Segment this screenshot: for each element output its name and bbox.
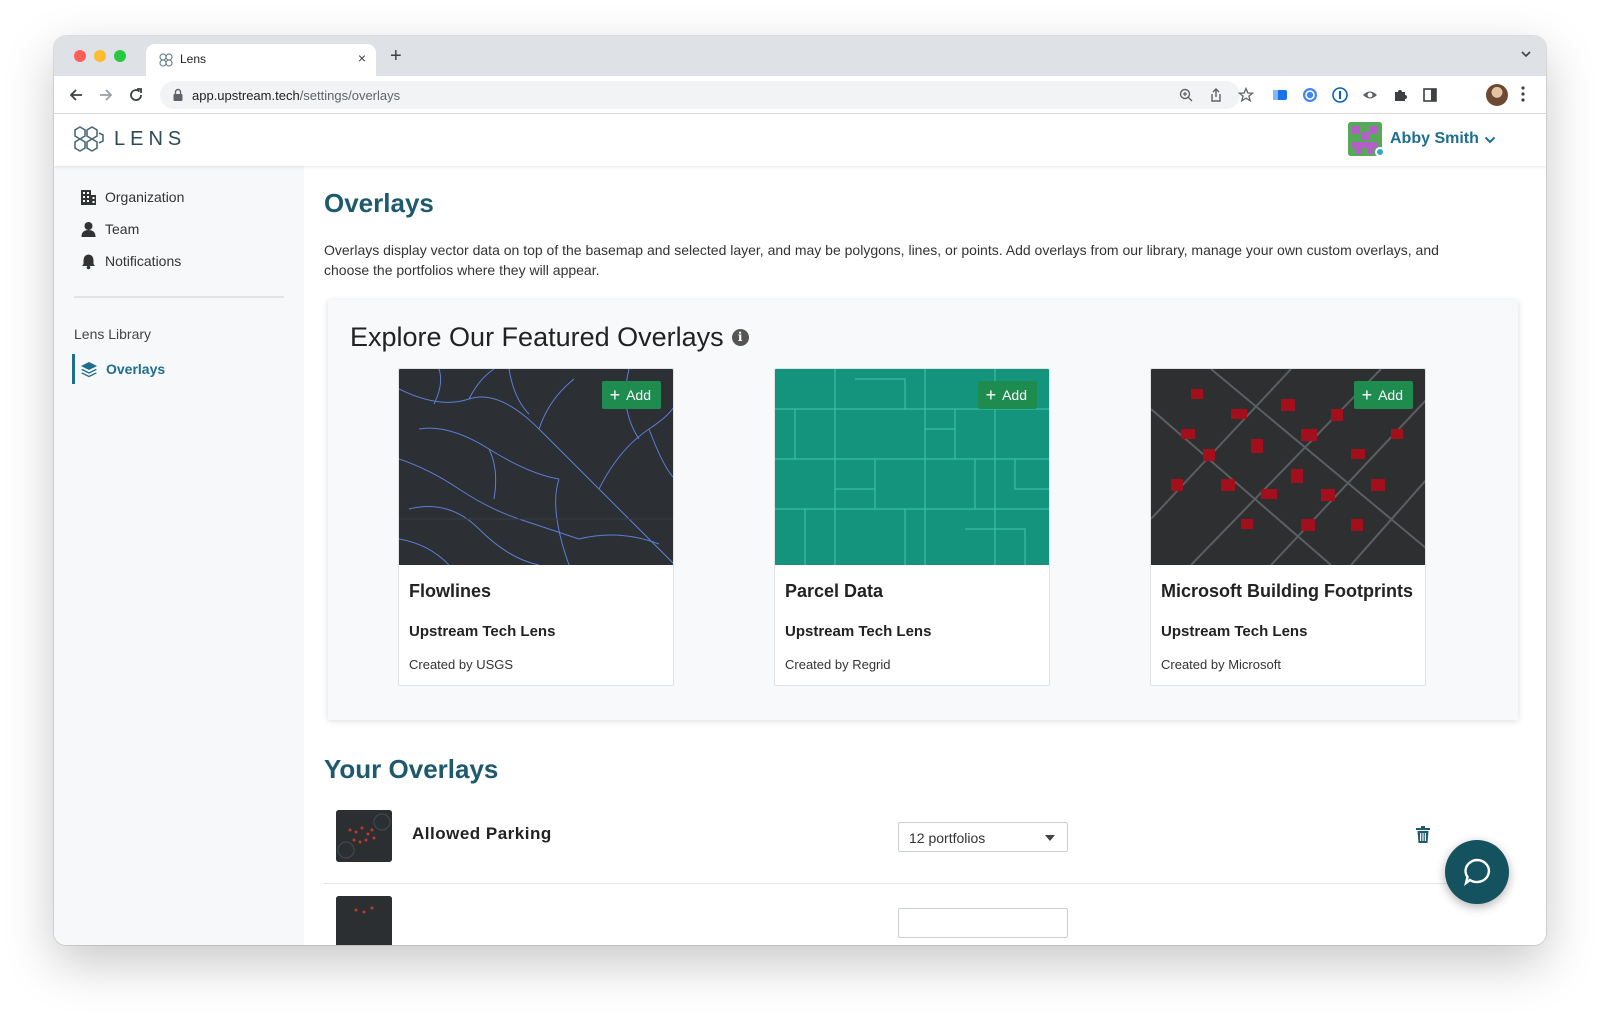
info-icon[interactable]: i — [731, 329, 749, 346]
bell-icon — [82, 254, 95, 269]
sidebar-item-organization[interactable]: Organization — [80, 186, 184, 208]
card-title: Parcel Data — [785, 581, 884, 601]
featured-heading: Explore Our Featured Overlays i — [350, 322, 749, 353]
back-arrow-icon[interactable] — [66, 85, 86, 105]
new-tab-button[interactable]: + — [390, 44, 402, 68]
card-org: Upstream Tech Lens — [1161, 623, 1308, 640]
sidebar-item-label: Notifications — [105, 253, 182, 269]
sidebar-section-label: Lens Library — [74, 326, 152, 342]
overlay-thumbnail-image — [336, 896, 392, 945]
building-icon — [81, 189, 96, 205]
page-description: Overlays display vector data on top of t… — [324, 242, 1439, 278]
bookmark-star-icon[interactable] — [1238, 87, 1254, 103]
settings-sidebar: Organization Team Notifications Lens Lib… — [54, 166, 304, 945]
url-host: app.upstream.tech — [192, 88, 300, 103]
portfolios-select-value: 12 portfolios — [909, 830, 986, 846]
extension-blue-icon[interactable] — [1272, 87, 1288, 103]
forward-arrow-icon[interactable] — [96, 85, 116, 105]
online-status-dot — [1375, 147, 1385, 157]
overlay-card-flowlines[interactable]: + Add Flowlines Upstream Tech Lens Create… — [398, 368, 674, 686]
lens-favicon-icon — [159, 53, 173, 67]
chat-bubble-icon — [1464, 858, 1491, 886]
sidebar-divider — [74, 296, 284, 298]
card-org: Upstream Tech Lens — [409, 623, 556, 640]
card-creator: Created by Microsoft — [1161, 657, 1281, 672]
active-indicator — [72, 354, 75, 384]
plus-icon: + — [1361, 385, 1373, 405]
tab-search-chevron-icon[interactable] — [1520, 48, 1532, 60]
app-header: LENS Abby Smith — [54, 114, 1546, 166]
add-button[interactable]: + Add — [977, 381, 1037, 409]
featured-overlays-panel: Explore Our Featured Overlays i + Add Fl… — [328, 300, 1518, 720]
add-label: Add — [1002, 387, 1027, 403]
tab-title: Lens — [180, 52, 207, 66]
trash-icon[interactable] — [1416, 826, 1430, 843]
maximize-window-button[interactable] — [114, 50, 126, 62]
minimize-window-button[interactable] — [94, 50, 106, 62]
add-button[interactable]: + Add — [1353, 381, 1413, 409]
user-name[interactable]: Abby Smith — [1390, 130, 1479, 148]
browser-tab[interactable]: Lens × — [146, 44, 376, 76]
browser-window: Lens × + app.upstream.tech/settings/over… — [54, 36, 1546, 945]
share-icon[interactable] — [1208, 87, 1224, 103]
sidebar-item-label: Team — [105, 221, 140, 237]
sidebar-item-notifications[interactable]: Notifications — [80, 250, 181, 272]
featured-title: Explore Our Featured Overlays — [350, 322, 724, 352]
overlay-row — [324, 884, 1504, 945]
main-content: Overlays Overlays display vector data on… — [304, 166, 1546, 945]
tab-close-icon[interactable]: × — [358, 50, 366, 66]
reload-icon[interactable] — [126, 85, 146, 105]
browser-menu-icon[interactable] — [1520, 85, 1526, 103]
sidebar-item-label: Overlays — [106, 361, 166, 377]
url-text: app.upstream.tech/settings/overlays — [192, 88, 400, 103]
plus-icon: + — [985, 385, 997, 405]
overlay-thumbnail-image — [336, 810, 392, 862]
side-panel-icon[interactable] — [1422, 87, 1438, 103]
sidebar-item-overlays[interactable]: Overlays — [80, 358, 165, 380]
card-creator: Created by USGS — [409, 657, 514, 672]
your-overlays-title: Your Overlays — [324, 754, 499, 784]
extension-eye-icon[interactable] — [1362, 87, 1378, 103]
overlay-thumbnail — [336, 896, 392, 945]
add-label: Add — [626, 387, 651, 403]
card-creator: Created by Regrid — [785, 657, 891, 672]
page-title: Overlays — [324, 188, 434, 218]
chevron-down-icon[interactable] — [1484, 136, 1496, 144]
chat-support-button[interactable] — [1445, 840, 1509, 904]
url-path: /settings/overlays — [299, 88, 401, 103]
extensions-puzzle-icon[interactable] — [1392, 87, 1408, 103]
sidebar-item-team[interactable]: Team — [80, 218, 139, 240]
add-button[interactable]: + Add — [601, 381, 661, 409]
overlay-thumbnail — [336, 810, 392, 862]
brand-name[interactable]: LENS — [114, 128, 186, 151]
overlay-name: Allowed Parking — [412, 824, 552, 843]
extension-circle-c-icon[interactable] — [1302, 87, 1318, 103]
portfolios-select[interactable]: 12 portfolios — [898, 822, 1068, 852]
sidebar-item-label: Organization — [105, 189, 185, 205]
card-org: Upstream Tech Lens — [785, 623, 932, 640]
plus-icon: + — [609, 385, 621, 405]
address-bar[interactable]: app.upstream.tech/settings/overlays — [160, 81, 1254, 109]
tab-strip: Lens × + — [54, 36, 1546, 76]
add-label: Add — [1378, 387, 1403, 403]
overlay-row: Allowed Parking 12 portfolios — [324, 798, 1504, 884]
person-icon — [81, 221, 96, 237]
card-title: Microsoft Building Footprints — [1161, 581, 1413, 601]
browser-profile-avatar[interactable] — [1486, 84, 1508, 106]
overlay-card-parcel-data[interactable]: + Add Parcel Data Upstream Tech Lens Crea… — [774, 368, 1050, 686]
caret-down-icon — [1045, 835, 1055, 841]
portfolios-select[interactable] — [898, 908, 1068, 938]
overlay-card-building-footprints[interactable]: + Add Microsoft Building Footprints Upstr… — [1150, 368, 1426, 686]
extension-password-icon[interactable] — [1332, 87, 1348, 103]
browser-toolbar: app.upstream.tech/settings/overlays — [54, 76, 1546, 114]
lock-icon — [173, 88, 183, 101]
layers-icon — [81, 361, 97, 377]
lens-logo-icon[interactable] — [72, 124, 106, 154]
zoom-icon[interactable] — [1178, 87, 1194, 103]
card-title: Flowlines — [409, 581, 492, 601]
close-window-button[interactable] — [74, 50, 86, 62]
